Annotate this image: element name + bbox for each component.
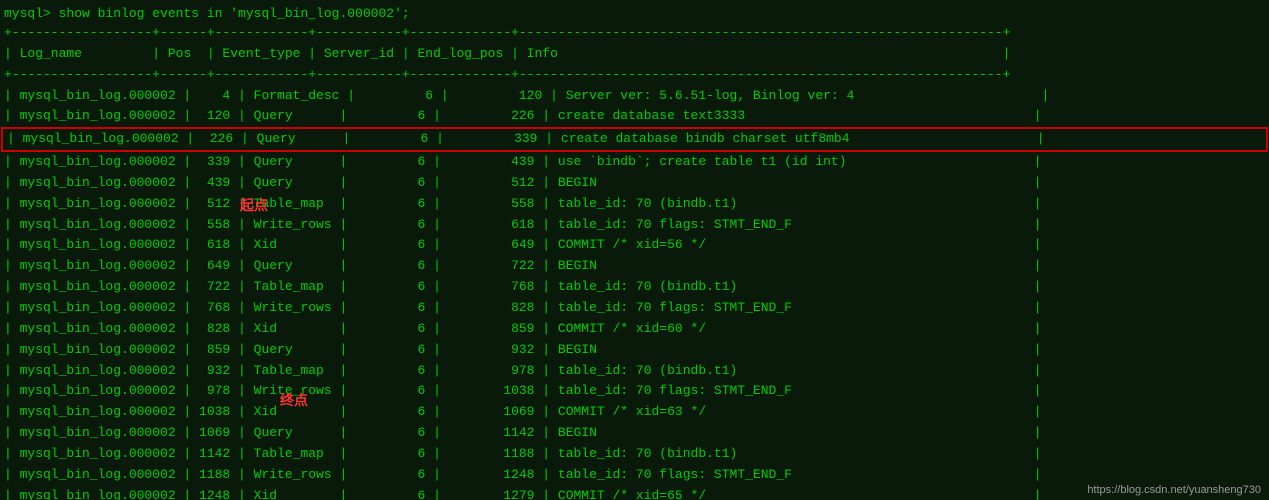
row-line: | mysql_bin_log.000002 | 828 | Xid | 6 |… xyxy=(0,319,1269,340)
row-line: | mysql_bin_log.000002 | 1142 | Table_ma… xyxy=(0,444,1269,465)
row-line: | mysql_bin_log.000002 | 978 | Write_row… xyxy=(0,381,1269,402)
table-rows: | mysql_bin_log.000002 | 4 | Format_desc… xyxy=(0,86,1269,500)
table-row: | mysql_bin_log.000002 | 439 | Query | 6… xyxy=(0,173,1269,194)
table-row: | mysql_bin_log.000002 | 120 | Query | 6… xyxy=(0,106,1269,127)
command-line: mysql> show binlog events in 'mysql_bin_… xyxy=(0,4,1269,23)
table-row: | mysql_bin_log.000002 | 512 | Table_map… xyxy=(0,194,1269,215)
table-row: | mysql_bin_log.000002 | 1188 | Write_ro… xyxy=(0,465,1269,486)
table-wrapper: +------------------+------+------------+… xyxy=(0,23,1269,500)
row-line: | mysql_bin_log.000002 | 1069 | Query | … xyxy=(0,423,1269,444)
row-line: | mysql_bin_log.000002 | 722 | Table_map… xyxy=(0,277,1269,298)
row-line: | mysql_bin_log.000002 | 768 | Write_row… xyxy=(0,298,1269,319)
terminal: mysql> show binlog events in 'mysql_bin_… xyxy=(0,0,1269,500)
table-header: | Log_name | Pos | Event_type | Server_i… xyxy=(0,44,1269,65)
watermark: https://blog.csdn.net/yuansheng730 xyxy=(1087,484,1261,496)
table-row: | mysql_bin_log.000002 | 558 | Write_row… xyxy=(0,215,1269,236)
table-row: | mysql_bin_log.000002 | 978 | Write_row… xyxy=(0,381,1269,402)
row-line: | mysql_bin_log.000002 | 618 | Xid | 6 |… xyxy=(0,235,1269,256)
table-row: | mysql_bin_log.000002 | 859 | Query | 6… xyxy=(0,340,1269,361)
row-line: | mysql_bin_log.000002 | 226 | Query | 6… xyxy=(3,129,1266,150)
table-row: | mysql_bin_log.000002 | 649 | Query | 6… xyxy=(0,256,1269,277)
table-row: | mysql_bin_log.000002 | 1038 | Xid | 6 … xyxy=(0,402,1269,423)
table-row: | mysql_bin_log.000002 | 828 | Xid | 6 |… xyxy=(0,319,1269,340)
table-row: | mysql_bin_log.000002 | 768 | Write_row… xyxy=(0,298,1269,319)
separator-top: +------------------+------+------------+… xyxy=(0,23,1269,44)
table-row: | mysql_bin_log.000002 | 1142 | Table_ma… xyxy=(0,444,1269,465)
row-line: | mysql_bin_log.000002 | 1188 | Write_ro… xyxy=(0,465,1269,486)
row-line: | mysql_bin_log.000002 | 1038 | Xid | 6 … xyxy=(0,402,1269,423)
table-row: | mysql_bin_log.000002 | 722 | Table_map… xyxy=(0,277,1269,298)
row-line: | mysql_bin_log.000002 | 339 | Query | 6… xyxy=(0,152,1269,173)
table-row: | mysql_bin_log.000002 | 1069 | Query | … xyxy=(0,423,1269,444)
row-line: | mysql_bin_log.000002 | 558 | Write_row… xyxy=(0,215,1269,236)
separator-mid: +------------------+------+------------+… xyxy=(0,65,1269,86)
table-row: | mysql_bin_log.000002 | 226 | Query | 6… xyxy=(1,127,1268,152)
row-line: | mysql_bin_log.000002 | 439 | Query | 6… xyxy=(0,173,1269,194)
row-line: | mysql_bin_log.000002 | 932 | Table_map… xyxy=(0,361,1269,382)
row-line: | mysql_bin_log.000002 | 512 | Table_map… xyxy=(0,194,1269,215)
table-row: | mysql_bin_log.000002 | 339 | Query | 6… xyxy=(0,152,1269,173)
row-line: | mysql_bin_log.000002 | 649 | Query | 6… xyxy=(0,256,1269,277)
table-row: | mysql_bin_log.000002 | 1248 | Xid | 6 … xyxy=(0,486,1269,500)
table-row: | mysql_bin_log.000002 | 618 | Xid | 6 |… xyxy=(0,235,1269,256)
table-row: | mysql_bin_log.000002 | 4 | Format_desc… xyxy=(0,86,1269,107)
table-row: | mysql_bin_log.000002 | 932 | Table_map… xyxy=(0,361,1269,382)
row-line: | mysql_bin_log.000002 | 4 | Format_desc… xyxy=(0,86,1269,107)
row-line: | mysql_bin_log.000002 | 120 | Query | 6… xyxy=(0,106,1269,127)
row-line: | mysql_bin_log.000002 | 859 | Query | 6… xyxy=(0,340,1269,361)
row-line: | mysql_bin_log.000002 | 1248 | Xid | 6 … xyxy=(0,486,1269,500)
